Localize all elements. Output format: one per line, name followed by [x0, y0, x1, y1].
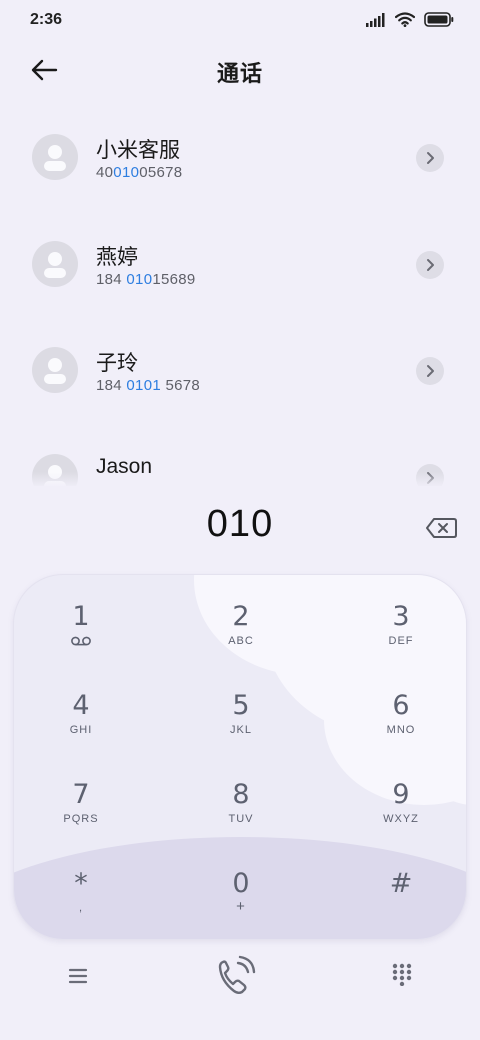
key-2[interactable]: 2 ABC: [181, 593, 301, 675]
key-digit: *: [74, 868, 88, 899]
key-hash[interactable]: #: [341, 860, 461, 939]
key-letters: DEF: [388, 635, 414, 647]
dialpad-grid-icon: [392, 963, 412, 987]
menu-button[interactable]: [66, 964, 90, 988]
key-digit: 4: [72, 690, 90, 721]
keypad: 1 2 ABC 3 DEF 4 GHI 5 JKL 6 MNO 7 PQRS 8…: [13, 574, 467, 940]
bottom-bar: [0, 948, 480, 1008]
key-0[interactable]: 0 +: [181, 860, 301, 939]
key-6[interactable]: 6 MNO: [341, 682, 461, 764]
list-fade: [0, 472, 480, 486]
key-1[interactable]: 1: [21, 593, 141, 675]
key-digit: 1: [72, 601, 90, 632]
key-letters: GHI: [69, 724, 93, 736]
status-time: 2:36: [30, 11, 63, 28]
key-digit: 0: [232, 868, 250, 899]
call-button[interactable]: [214, 954, 262, 998]
key-digit: 5: [232, 690, 250, 721]
contact-list: 小米客服 4001005678 燕婷 184 01015689 子玲 184 0…: [0, 104, 480, 486]
contact-item[interactable]: 燕婷 184 01015689: [0, 211, 480, 311]
menu-icon: [68, 968, 88, 984]
contact-detail-button[interactable]: [416, 144, 444, 172]
avatar: [32, 134, 78, 180]
phone-call-icon: [218, 955, 256, 994]
key-letters: ,: [78, 902, 84, 914]
key-3[interactable]: 3 DEF: [341, 593, 461, 675]
key-star[interactable]: * ,: [21, 860, 141, 939]
key-digit: #: [389, 868, 413, 899]
delete-button[interactable]: [424, 516, 458, 540]
contact-detail-button[interactable]: [416, 357, 444, 385]
key-letters: MNO: [386, 724, 416, 736]
key-4[interactable]: 4 GHI: [21, 682, 141, 764]
key-letters: ABC: [228, 635, 254, 647]
contact-number: 184 0101 5678: [96, 377, 201, 394]
dialed-number: 010: [206, 503, 274, 545]
dialpad-toggle-button[interactable]: [390, 962, 414, 987]
page-title: 通话: [216, 61, 263, 86]
contact-detail-button[interactable]: [416, 251, 444, 279]
voicemail-icon: [71, 636, 91, 646]
key-digit: 6: [392, 690, 410, 721]
chevron-right-icon: [427, 365, 434, 377]
avatar: [32, 241, 78, 287]
key-letters: JKL: [230, 724, 252, 736]
chevron-right-icon: [427, 152, 434, 164]
key-9[interactable]: 9 WXYZ: [341, 771, 461, 853]
battery-icon: [424, 12, 454, 27]
signal-icon: [366, 12, 385, 27]
key-letters: TUV: [228, 813, 254, 825]
contact-item[interactable]: 小米客服 4001005678: [0, 104, 480, 204]
key-letters: WXYZ: [383, 813, 419, 825]
key-digit: 7: [72, 779, 90, 810]
key-letters: PQRS: [63, 813, 99, 825]
key-letters: +: [236, 898, 246, 915]
contact-name: 子玲: [96, 352, 138, 375]
contact-number: 4001005678: [96, 164, 183, 181]
status-bar: 2:36: [0, 0, 480, 42]
contact-number: 184 01015689: [96, 271, 196, 288]
key-digit: 2: [232, 601, 250, 632]
key-digit: 8: [232, 779, 250, 810]
wifi-icon: [395, 12, 415, 27]
chevron-right-icon: [427, 259, 434, 271]
backspace-icon: [426, 518, 457, 538]
header: 通话: [0, 44, 480, 96]
contact-item[interactable]: 子玲 184 0101 5678: [0, 317, 480, 417]
contact-name: 小米客服: [96, 139, 180, 162]
contact-name: 燕婷: [96, 246, 138, 269]
key-5[interactable]: 5 JKL: [181, 682, 301, 764]
avatar: [32, 347, 78, 393]
key-digit: 3: [392, 601, 410, 632]
key-7[interactable]: 7 PQRS: [21, 771, 141, 853]
status-icons: [366, 12, 454, 27]
key-digit: 9: [392, 779, 410, 810]
key-8[interactable]: 8 TUV: [181, 771, 301, 853]
